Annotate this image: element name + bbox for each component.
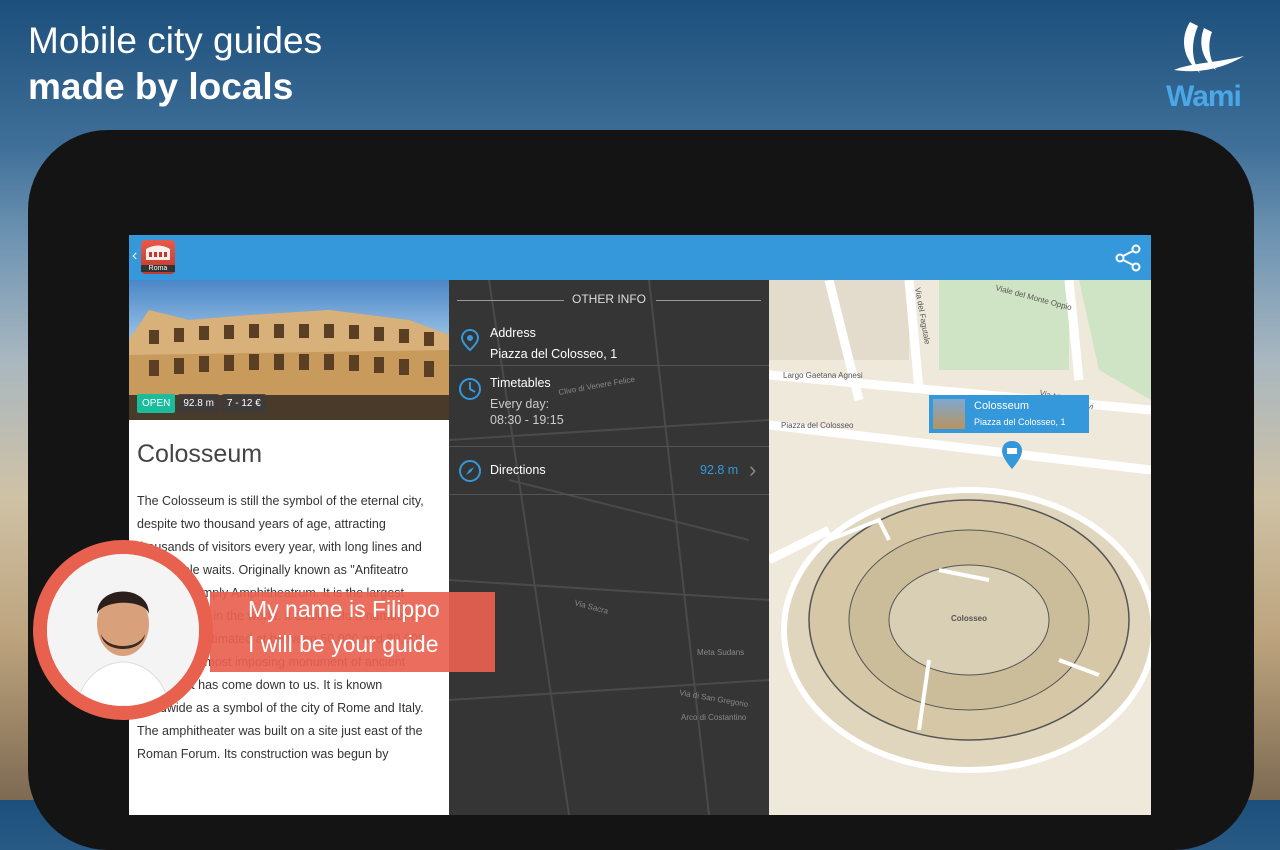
other-info-panel: Clivo di Venere Felice Via Sacra Meta Su… (449, 280, 769, 815)
map-street-label: Largo Gaetana Agnesi (783, 371, 863, 380)
roma-app-icon[interactable]: Roma (141, 240, 175, 274)
bird-logo-icon (1174, 22, 1244, 73)
guide-avatar (33, 540, 213, 720)
guide-line2: I will be your guide (248, 631, 439, 657)
timetables-label: Timetables (490, 376, 551, 390)
guide-photo (47, 554, 199, 706)
app-icon-label: Roma (141, 265, 175, 272)
place-title: Colosseum (137, 440, 263, 468)
headline-line1: Mobile city guides (28, 20, 323, 61)
guide-line1: My name is Filippo (248, 596, 440, 622)
promo-headline: Mobile city guides made by locals (28, 18, 322, 110)
map-view[interactable]: Largo Gaetana Agnesi Via Nicola Salvi Pi… (769, 280, 1151, 815)
dark-street-label: Meta Sudans (697, 648, 744, 657)
street-map: Largo Gaetana Agnesi Via Nicola Salvi Pi… (769, 280, 1151, 815)
address-row[interactable]: Address Piazza del Colosseo, 1 (449, 315, 769, 366)
clock-icon (459, 378, 481, 400)
timetables-hours: 08:30 - 19:15 (490, 413, 564, 427)
dark-street-label: Arco di Costantino (681, 713, 747, 722)
timetables-row: Timetables Every day: 08:30 - 19:15 (449, 366, 769, 447)
compass-icon (459, 460, 481, 482)
logo-word: Wami (1166, 80, 1242, 113)
dark-street-label: Via di San Gregorio (679, 688, 750, 709)
dark-street-label: Via Sacra (573, 598, 609, 616)
poi-address: Piazza del Colosseo, 1 (974, 417, 1066, 427)
colosseum-photo: OPEN 92.8 m 7 - 12 € (129, 280, 449, 420)
directions-label: Directions (490, 463, 546, 477)
place-badges: OPEN 92.8 m 7 - 12 € (137, 394, 266, 413)
address-label: Address (490, 326, 536, 340)
directions-distance: 92.8 m (700, 463, 739, 477)
location-pin-icon (460, 328, 480, 352)
app-top-bar: ‹ Roma (129, 235, 1151, 280)
share-icon[interactable] (1114, 244, 1142, 272)
address-value: Piazza del Colosseo, 1 (490, 347, 618, 361)
map-marker-icon[interactable] (1001, 440, 1023, 470)
map-street-label: Colosseo (951, 614, 987, 623)
directions-row[interactable]: Directions 92.8 m › (449, 447, 769, 495)
other-info-header: OTHER INFO (572, 292, 646, 306)
app-screen: ‹ Roma OPEN 92.8 m 7 - 12 € Colosseum Th… (129, 235, 1151, 815)
headline-line2: made by locals (28, 66, 294, 107)
poi-name: Colosseum (974, 400, 1030, 412)
place-detail-panel: OPEN 92.8 m 7 - 12 € Colosseum The Colos… (129, 280, 449, 815)
price-badge: 7 - 12 € (221, 394, 266, 413)
guide-speech-bubble: My name is Filippo I will be your guide (210, 592, 495, 672)
chevron-left-icon[interactable]: ‹ (132, 247, 137, 265)
poi-callout[interactable]: Colosseum Piazza del Colosseo, 1 (929, 395, 1089, 433)
colosseum-icon (146, 245, 170, 260)
map-street-label: Piazza del Colosseo (781, 421, 854, 430)
timetables-days: Every day: (490, 397, 550, 411)
open-badge: OPEN (137, 394, 176, 413)
chevron-right-icon: › (749, 457, 757, 482)
person-portrait (47, 554, 199, 706)
poi-thumbnail (933, 399, 965, 429)
wami-logo: Wami (1160, 18, 1256, 114)
distance-badge: 92.8 m (178, 394, 219, 413)
